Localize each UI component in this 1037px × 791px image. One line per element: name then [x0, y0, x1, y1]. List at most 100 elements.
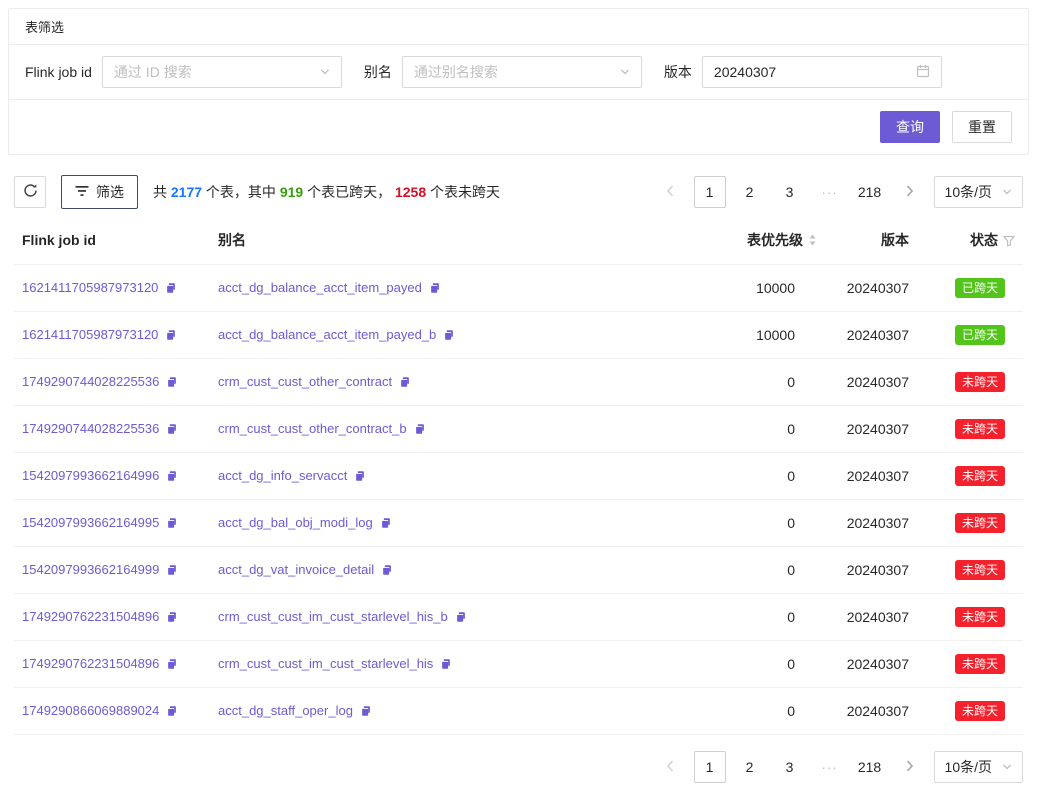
- alias-link[interactable]: acct_dg_balance_acct_item_payed: [218, 280, 422, 295]
- page-button-2[interactable]: 2: [734, 751, 766, 783]
- chevron-left-icon: [666, 759, 674, 775]
- alias-link[interactable]: acct_dg_balance_acct_item_payed_b: [218, 327, 436, 342]
- alias-link[interactable]: acct_dg_info_servacct: [218, 468, 347, 483]
- pagination-ellipsis[interactable]: ···: [814, 176, 846, 208]
- page-button-3[interactable]: 3: [774, 751, 806, 783]
- page-button-last[interactable]: 218: [854, 176, 886, 208]
- copy-icon[interactable]: [399, 375, 411, 391]
- page-button-2[interactable]: 2: [734, 176, 766, 208]
- alias-link[interactable]: crm_cust_cust_im_cust_starlevel_his: [218, 656, 433, 671]
- next-page-button[interactable]: [894, 751, 926, 783]
- copy-icon[interactable]: [166, 610, 178, 626]
- table-row: 1542097993662164996 acct_dg_info_servacct…: [14, 453, 1023, 500]
- status-cell: 未跨天: [917, 453, 1023, 500]
- version-cell: 20240307: [825, 641, 917, 688]
- job-id-link[interactable]: 1542097993662164996: [22, 468, 159, 483]
- copy-icon[interactable]: [165, 328, 177, 344]
- alias-link[interactable]: crm_cust_cust_other_contract: [218, 374, 392, 389]
- sort-icon[interactable]: [808, 233, 817, 250]
- status-badge: 已跨天: [955, 325, 1005, 345]
- status-badge: 未跨天: [955, 372, 1005, 392]
- job-id-cell: 1749290866069889024: [14, 688, 210, 735]
- prev-page-button[interactable]: [654, 751, 686, 783]
- copy-icon[interactable]: [166, 422, 178, 438]
- alias-link[interactable]: crm_cust_cust_other_contract_b: [218, 421, 407, 436]
- job-id-cell: 1542097993662164999: [14, 547, 210, 594]
- alias-cell: crm_cust_cust_im_cust_starlevel_his: [210, 641, 707, 688]
- chevron-down-icon: [620, 64, 630, 80]
- alias-cell: acct_dg_vat_invoice_detail: [210, 547, 707, 594]
- job-id-placeholder: 通过 ID 搜索: [114, 62, 192, 82]
- status-badge: 未跨天: [955, 560, 1005, 580]
- job-id-link[interactable]: 1749290744028225536: [22, 374, 159, 389]
- copy-icon[interactable]: [354, 469, 366, 485]
- summary-mid2: 个表已跨天，: [303, 184, 395, 200]
- page-size-select[interactable]: 10条/页: [934, 176, 1023, 208]
- filter-toggle-button[interactable]: 筛选: [61, 175, 138, 209]
- page-button-1[interactable]: 1: [694, 751, 726, 783]
- query-button[interactable]: 查询: [880, 111, 940, 143]
- copy-icon[interactable]: [380, 516, 392, 532]
- copy-icon[interactable]: [414, 422, 426, 438]
- job-id-link[interactable]: 1542097993662164995: [22, 515, 159, 530]
- copy-icon[interactable]: [360, 704, 372, 720]
- status-cell: 未跨天: [917, 359, 1023, 406]
- copy-icon[interactable]: [455, 610, 467, 626]
- status-badge: 已跨天: [955, 278, 1005, 298]
- job-id-cell: 1749290762231504896: [14, 594, 210, 641]
- page-size-select[interactable]: 10条/页: [934, 751, 1023, 783]
- alias-link[interactable]: acct_dg_bal_obj_modi_log: [218, 515, 373, 530]
- priority-cell: 10000: [707, 312, 825, 359]
- priority-cell: 0: [707, 359, 825, 406]
- refresh-button[interactable]: [14, 176, 46, 208]
- alias-link[interactable]: acct_dg_vat_invoice_detail: [218, 562, 374, 577]
- next-page-button[interactable]: [894, 176, 926, 208]
- version-cell: 20240307: [825, 500, 917, 547]
- job-id-link[interactable]: 1621411705987973120: [22, 280, 158, 295]
- copy-icon[interactable]: [165, 281, 177, 297]
- alias-link[interactable]: crm_cust_cust_im_cust_starlevel_his_b: [218, 609, 448, 624]
- funnel-icon[interactable]: [1003, 234, 1015, 250]
- job-id-link[interactable]: 1749290762231504896: [22, 656, 159, 671]
- col-header-status[interactable]: 状态: [917, 215, 1023, 265]
- job-id-link[interactable]: 1749290744028225536: [22, 421, 159, 436]
- page-size-value: 10条/页: [945, 182, 992, 202]
- copy-icon[interactable]: [443, 328, 455, 344]
- job-id-link[interactable]: 1542097993662164999: [22, 562, 159, 577]
- chevron-right-icon: [906, 759, 914, 775]
- job-id-select[interactable]: 通过 ID 搜索: [102, 56, 342, 88]
- col-header-priority[interactable]: 表优先级: [707, 215, 825, 265]
- table-row: 1749290866069889024 acct_dg_staff_oper_lo…: [14, 688, 1023, 735]
- job-id-cell: 1542097993662164995: [14, 500, 210, 547]
- copy-icon[interactable]: [166, 469, 178, 485]
- job-id-link[interactable]: 1749290762231504896: [22, 609, 159, 624]
- copy-icon[interactable]: [381, 563, 393, 579]
- pagination-ellipsis[interactable]: ···: [814, 751, 846, 783]
- toolbar: 筛选 共 2177 个表，其中 919 个表已跨天， 1258 个表未跨天 1 …: [14, 175, 1023, 209]
- job-id-link[interactable]: 1621411705987973120: [22, 327, 158, 342]
- priority-cell: 0: [707, 500, 825, 547]
- alias-select[interactable]: 通过别名搜索: [402, 56, 642, 88]
- copy-icon[interactable]: [429, 281, 441, 297]
- status-badge: 未跨天: [955, 466, 1005, 486]
- copy-icon[interactable]: [166, 704, 178, 720]
- table-row: 1542097993662164999 acct_dg_vat_invoice_d…: [14, 547, 1023, 594]
- copy-icon[interactable]: [440, 657, 452, 673]
- copy-icon[interactable]: [166, 375, 178, 391]
- page-button-last[interactable]: 218: [854, 751, 886, 783]
- page-button-3[interactable]: 3: [774, 176, 806, 208]
- alias-link[interactable]: acct_dg_staff_oper_log: [218, 703, 353, 718]
- priority-cell: 10000: [707, 265, 825, 312]
- copy-icon[interactable]: [166, 516, 178, 532]
- prev-page-button[interactable]: [654, 176, 686, 208]
- copy-icon[interactable]: [166, 563, 178, 579]
- alias-label: 别名: [364, 62, 392, 82]
- version-date-input[interactable]: 20240307: [702, 56, 942, 88]
- status-cell: 未跨天: [917, 641, 1023, 688]
- results-table: Flink job id 别名 表优先级 版本 状态 1621411705987…: [14, 215, 1023, 735]
- reset-button[interactable]: 重置: [952, 111, 1012, 143]
- page-button-1[interactable]: 1: [694, 176, 726, 208]
- copy-icon[interactable]: [166, 657, 178, 673]
- job-id-link[interactable]: 1749290866069889024: [22, 703, 159, 718]
- priority-cell: 0: [707, 453, 825, 500]
